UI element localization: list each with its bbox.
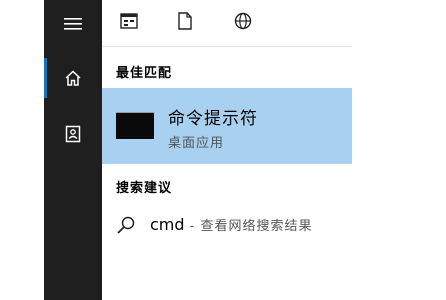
background-area xyxy=(352,0,446,300)
start-rail xyxy=(44,0,102,300)
search-suggestions-heading: 搜索建议 xyxy=(116,181,173,196)
web-icon xyxy=(234,12,252,34)
home-icon xyxy=(64,69,82,87)
command-prompt-icon xyxy=(116,112,154,139)
apps-filter-button[interactable] xyxy=(116,10,142,36)
filter-bar xyxy=(102,0,352,47)
app-name: 命令提示符 xyxy=(168,109,258,129)
start-search-window: 最佳匹配 命令提示符 桌面应用 搜索建议 cmd - 查看网络搜索结果 xyxy=(0,0,446,300)
suggestion-query: cmd xyxy=(150,215,185,234)
suggestion-action: 查看网络搜索结果 xyxy=(200,219,313,234)
suggestion-text: cmd - 查看网络搜索结果 xyxy=(150,215,313,234)
search-results-panel: 最佳匹配 命令提示符 桌面应用 搜索建议 cmd - 查看网络搜索结果 xyxy=(102,0,352,300)
menu-button[interactable] xyxy=(44,2,102,46)
documents-button[interactable] xyxy=(44,112,102,156)
best-match-result[interactable]: 命令提示符 桌面应用 xyxy=(102,88,352,164)
documents-filter-button[interactable] xyxy=(172,10,198,36)
hamburger-icon xyxy=(64,17,82,31)
suggestion-separator: - xyxy=(184,219,201,234)
document-icon xyxy=(178,12,192,34)
app-type: 桌面应用 xyxy=(168,136,225,151)
home-button[interactable] xyxy=(44,56,102,100)
documents-icon xyxy=(65,125,81,143)
search-icon xyxy=(116,215,136,235)
web-filter-button[interactable] xyxy=(230,10,256,36)
best-match-heading: 最佳匹配 xyxy=(116,66,173,81)
web-suggestion-item[interactable]: cmd - 查看网络搜索结果 xyxy=(102,206,352,244)
apps-icon xyxy=(120,13,138,33)
